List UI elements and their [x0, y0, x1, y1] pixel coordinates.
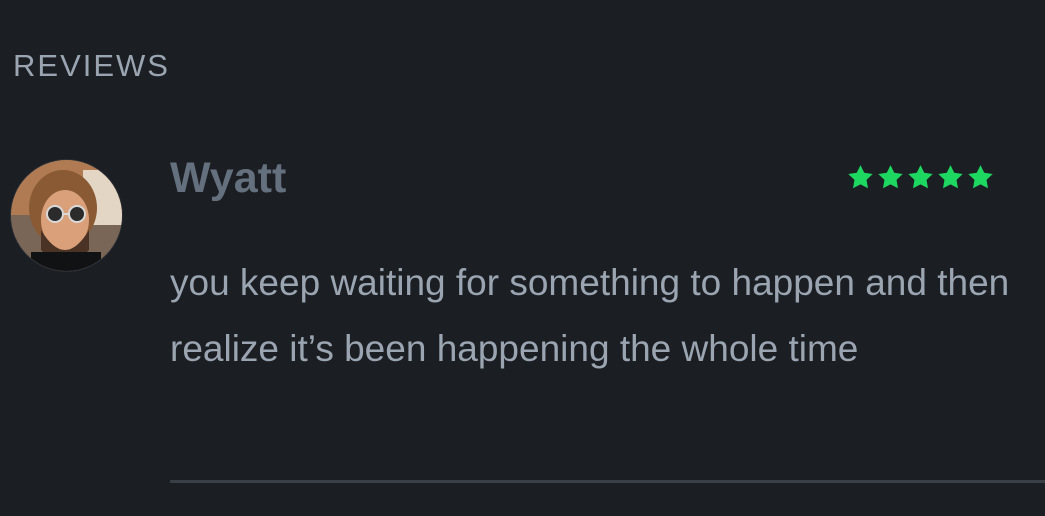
- star-rating: [846, 163, 995, 192]
- star-icon: [938, 165, 963, 189]
- reviews-page: REVIEWS Wyatt you keep waiting for somet…: [0, 0, 1045, 516]
- star-icon: [968, 165, 993, 189]
- star-icon: [908, 165, 933, 189]
- star-icon: [848, 165, 873, 189]
- review-divider: [170, 480, 1045, 483]
- reviewer-name[interactable]: Wyatt: [170, 157, 286, 200]
- review-text: you keep waiting for something to happen…: [170, 262, 1010, 369]
- star-icon: [878, 165, 903, 189]
- reviewer-avatar[interactable]: [11, 160, 122, 271]
- review-item: Wyatt you keep waiting for something to …: [0, 0, 1045, 516]
- user-avatar-photo-icon: [11, 160, 122, 271]
